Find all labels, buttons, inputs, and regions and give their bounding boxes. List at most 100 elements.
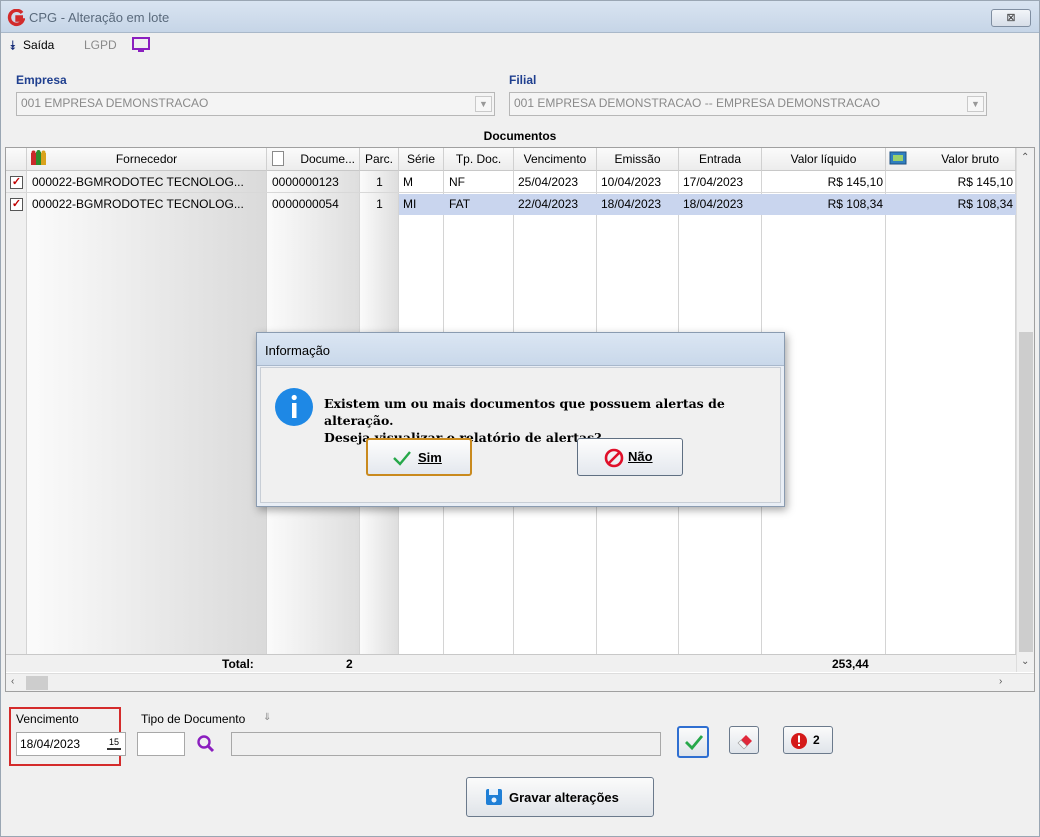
exit-arrow-icon: ⯯	[9, 38, 17, 53]
cell-documento: 0000000123	[272, 175, 339, 189]
checkmark-icon	[685, 735, 704, 751]
filial-label: Filial	[509, 73, 537, 87]
cell-serie: M	[403, 175, 413, 189]
empresa-select[interactable]: 001 EMPRESA DEMONSTRACAO ▼	[16, 92, 495, 116]
valor-bruto-column	[886, 171, 1016, 654]
header-documento-label: Docume...	[300, 152, 355, 166]
alert-count: 2	[813, 733, 820, 747]
filial-value: 001 EMPRESA DEMONSTRACAO -- EMPRESA DEMO…	[514, 96, 881, 110]
calendar-icon[interactable]: 15	[107, 736, 121, 750]
save-changes-button[interactable]: Gravar alterações	[466, 777, 654, 817]
header-parcela[interactable]: Parc.	[360, 148, 399, 171]
yes-label: Sim	[418, 450, 442, 465]
horizontal-scroll-thumb[interactable]	[26, 676, 48, 690]
cell-fornecedor: 000022-BGMRODOTEC TECNOLOG...	[32, 175, 244, 189]
cell-emissao: 10/04/2023	[601, 175, 662, 189]
exit-button[interactable]: Saída	[23, 38, 54, 52]
prohibited-icon	[604, 448, 624, 468]
empresa-label: Empresa	[16, 73, 67, 87]
alert-icon	[791, 733, 807, 749]
vencimento-date-field[interactable]: 18/04/2023 15	[16, 732, 126, 756]
document-icon	[272, 151, 284, 166]
fornecedor-group-icon	[31, 150, 46, 165]
header-fornecedor-label: Fornecedor	[115, 152, 178, 166]
header-fornecedor[interactable]: Fornecedor	[27, 148, 267, 171]
header-emissao[interactable]: Emissão	[597, 148, 679, 171]
scroll-down-icon[interactable]: ⌄	[1021, 656, 1029, 667]
confirm-button[interactable]	[677, 726, 709, 758]
total-bar: Total: 2 253,44	[6, 654, 1016, 672]
main-window: CPG - Alteração em lote ⊠ ⯯ Saída LGPD E…	[0, 0, 1040, 837]
header-documento[interactable]: Docume...	[267, 148, 360, 171]
total-label: Total:	[222, 657, 254, 671]
filial-select[interactable]: 001 EMPRESA DEMONSTRACAO -- EMPRESA DEMO…	[509, 92, 987, 116]
vertical-scrollbar[interactable]: ⌃ ⌄	[1016, 148, 1034, 672]
tipo-documento-code-field[interactable]	[137, 732, 185, 756]
money-icon	[889, 151, 907, 165]
cell-documento: 0000000054	[272, 197, 339, 211]
header-serie[interactable]: Série	[399, 148, 444, 171]
cell-parcela: 1	[376, 175, 383, 189]
cell-valor-liquido: R$ 145,10	[827, 175, 883, 189]
checkmark-icon	[393, 451, 411, 466]
cell-tpdoc: FAT	[449, 197, 471, 211]
header-check[interactable]	[6, 148, 27, 171]
vencimento-value: 18/04/2023	[20, 737, 81, 751]
cell-emissao: 18/04/2023	[601, 197, 662, 211]
no-label: Não	[628, 449, 653, 464]
dialog-title[interactable]: Informação	[257, 333, 784, 366]
cell-valor-bruto: R$ 145,10	[957, 175, 1013, 189]
vencimento-label: Vencimento	[16, 712, 79, 726]
table-row-selected[interactable]: ✓ 000022-BGMRODOTEC TECNOLOG... 00000000…	[6, 194, 1016, 215]
header-valor-liquido[interactable]: Valor líquido	[762, 148, 886, 171]
required-arrow-icon: ⇓	[263, 712, 272, 723]
dropdown-arrow-icon[interactable]: ▼	[967, 96, 984, 112]
scroll-up-icon[interactable]: ⌃	[1021, 152, 1029, 163]
header-entrada[interactable]: Entrada	[679, 148, 762, 171]
tipo-documento-description-field[interactable]	[231, 732, 661, 756]
information-dialog: Informação Existem um ou mais documentos…	[256, 332, 785, 507]
documents-title: Documentos	[483, 129, 557, 143]
table-row[interactable]: ✓ 000022-BGMRODOTEC TECNOLOG... 00000001…	[6, 172, 1016, 193]
empresa-value: 001 EMPRESA DEMONSTRACAO	[21, 96, 209, 110]
toolbar: ⯯ Saída LGPD	[1, 34, 1039, 58]
dialog-message-line1: Existem um ou mais documentos que possue…	[324, 396, 725, 428]
checkbox-column	[6, 171, 27, 654]
cell-vencimento: 22/04/2023	[518, 197, 579, 211]
dropdown-arrow-icon[interactable]: ▼	[475, 96, 492, 112]
cell-valor-liquido: R$ 108,34	[827, 197, 883, 211]
row-checkbox[interactable]: ✓	[10, 198, 23, 211]
floppy-disk-icon	[486, 789, 502, 805]
header-vencimento[interactable]: Vencimento	[514, 148, 597, 171]
cell-fornecedor: 000022-BGMRODOTEC TECNOLOG...	[32, 197, 244, 211]
search-icon[interactable]	[196, 734, 216, 754]
app-logo-icon	[7, 9, 25, 27]
close-button[interactable]: ⊠	[991, 9, 1031, 27]
cell-parcela: 1	[376, 197, 383, 211]
row-checkbox[interactable]: ✓	[10, 176, 23, 189]
monitor-icon[interactable]	[131, 37, 151, 54]
total-value: 253,44	[832, 657, 869, 671]
info-icon	[275, 388, 313, 426]
header-valor-bruto[interactable]: Valor bruto	[886, 148, 1016, 171]
lgpd-button[interactable]: LGPD	[84, 38, 117, 52]
scroll-right-icon[interactable]: ›	[999, 676, 1002, 687]
horizontal-scrollbar[interactable]: ‹ ›	[6, 673, 1034, 691]
cell-entrada: 17/04/2023	[683, 175, 744, 189]
scroll-left-icon[interactable]: ‹	[11, 676, 14, 687]
total-count: 2	[346, 657, 353, 671]
eraser-icon	[737, 735, 752, 750]
tipo-documento-label: Tipo de Documento	[141, 712, 246, 726]
cell-serie: MI	[403, 197, 417, 211]
header-valor-bruto-label: Valor bruto	[941, 152, 999, 166]
cell-valor-bruto: R$ 108,34	[957, 197, 1013, 211]
title-bar[interactable]: CPG - Alteração em lote ⊠	[1, 1, 1039, 33]
fornecedor-column	[27, 171, 267, 654]
vertical-scroll-thumb[interactable]	[1019, 332, 1033, 652]
alerts-button[interactable]: 2	[783, 726, 833, 754]
clear-button[interactable]	[729, 726, 759, 754]
yes-button[interactable]: Sim	[366, 438, 472, 476]
no-button[interactable]: Não	[577, 438, 683, 476]
cell-entrada: 18/04/2023	[683, 197, 744, 211]
header-tpdoc[interactable]: Tp. Doc.	[444, 148, 514, 171]
